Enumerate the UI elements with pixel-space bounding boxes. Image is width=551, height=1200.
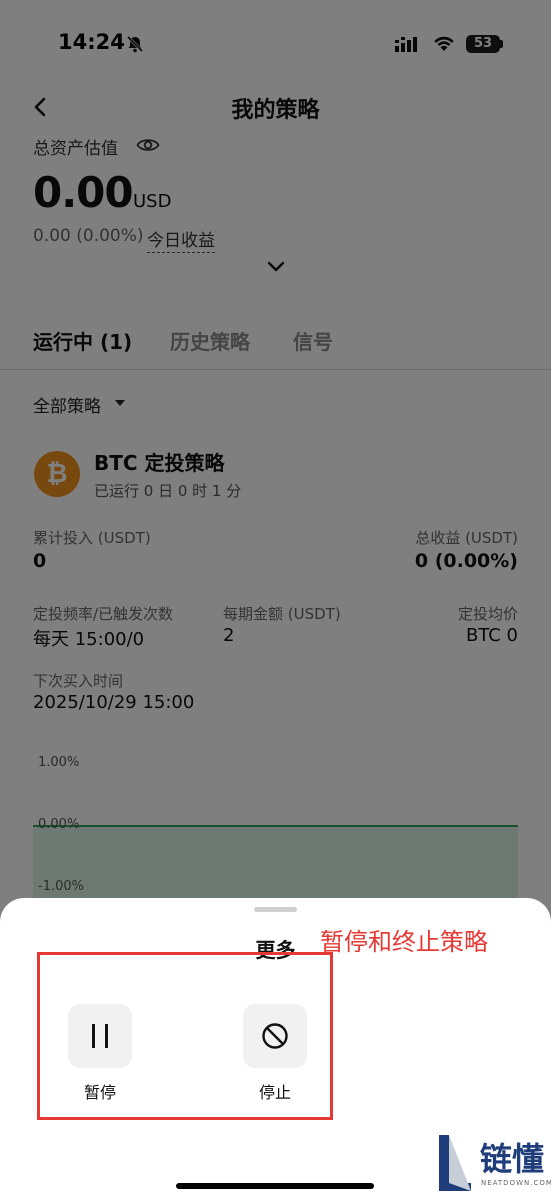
pause-button[interactable] [68,1004,132,1068]
pause-label: 暂停 [83,1083,116,1102]
stop-icon [262,1023,288,1049]
pause-icon [92,1024,95,1048]
watermark-subtext: NEATDOWN.COM [481,1179,551,1187]
pause-icon-bar [105,1024,108,1048]
watermark-text: 链懂 [480,1140,545,1178]
watermark-logo-icon [439,1135,471,1191]
annotation-text: 暂停和终止策略 [320,928,488,956]
stop-label: 停止 [258,1083,291,1102]
sheet-drag-handle[interactable] [254,907,297,912]
strategy-screen: 14:24 53 我的策略 总资产估值 0.00 USD 0.00 (0.00%… [0,0,551,1200]
home-indicator [176,1183,374,1189]
